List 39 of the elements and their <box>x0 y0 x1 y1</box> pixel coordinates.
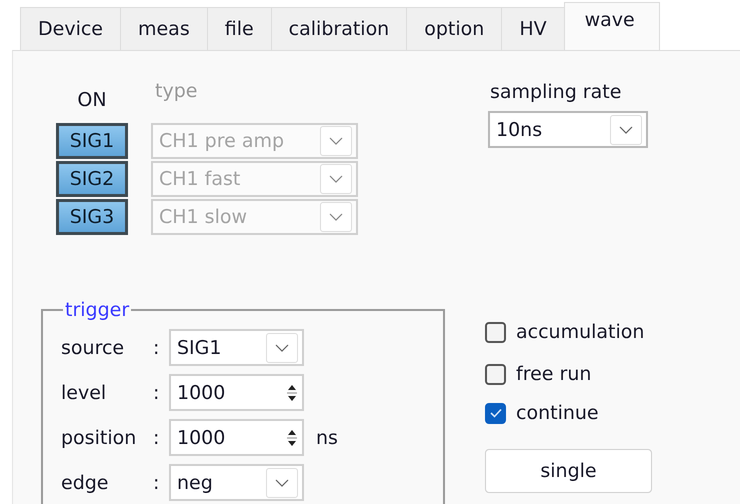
checkbox-label: accumulation <box>516 321 644 343</box>
tab[interactable]: Device <box>20 7 121 50</box>
spin-field[interactable]: 1000 <box>169 419 304 456</box>
colon: : <box>153 426 160 448</box>
tab[interactable]: file <box>206 7 272 50</box>
checkbox[interactable] <box>485 322 506 342</box>
checkbox-label: continue <box>516 402 599 424</box>
field-label: level <box>61 382 108 404</box>
trigger-legend: trigger <box>63 299 132 321</box>
tab[interactable]: wave <box>564 2 660 50</box>
chevron-icon <box>266 468 298 498</box>
checkmark-icon <box>490 408 502 418</box>
unit-label: ns <box>316 426 338 448</box>
tab[interactable]: HV <box>501 7 565 50</box>
sampling-rate-dropdown[interactable]: 10ns <box>488 111 648 148</box>
colon: : <box>153 472 160 494</box>
field-label: edge <box>61 472 110 494</box>
checkbox-label: free run <box>516 363 592 385</box>
tab[interactable]: option <box>406 7 502 50</box>
type-label: type <box>154 80 198 104</box>
sampling-rate-label: sampling rate <box>489 81 622 103</box>
dropdown[interactable]: SIG1 <box>169 329 304 366</box>
tab[interactable]: calibration <box>270 7 408 50</box>
tab[interactable]: meas <box>120 7 208 50</box>
dropdown[interactable]: neg <box>169 464 304 501</box>
on-label: ON <box>76 88 108 113</box>
checkbox[interactable] <box>485 364 506 384</box>
chevron-icon <box>320 202 352 232</box>
field-label: source <box>61 336 126 358</box>
spin-field[interactable]: 1000 <box>169 374 304 411</box>
colon: : <box>153 382 160 404</box>
checkbox[interactable] <box>485 402 506 424</box>
chevron-icon <box>320 164 352 194</box>
colon: : <box>153 336 160 358</box>
chevron-icon <box>320 126 352 156</box>
chevron-icon <box>610 114 642 144</box>
chevron-icon <box>266 332 298 362</box>
single-button[interactable]: single <box>485 449 652 493</box>
field-label: position <box>61 426 138 448</box>
